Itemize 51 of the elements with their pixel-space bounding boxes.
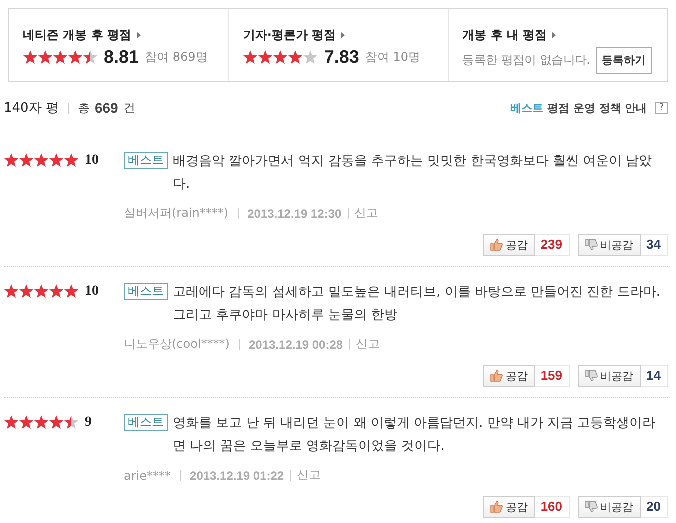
thumbs-down-icon — [584, 501, 598, 513]
review-date: 2013.12.19 00:28 — [248, 338, 344, 352]
participant-count: 참여 869명 — [145, 49, 208, 66]
thumbs-down-icon — [584, 239, 598, 251]
like-button[interactable]: 공감 — [482, 234, 535, 256]
best-badge: 베스트 — [124, 283, 168, 300]
score-title[interactable]: 기자·평론가 평점 — [243, 27, 336, 44]
review-score: 10 — [85, 284, 99, 300]
total-unit: 건 — [123, 100, 136, 116]
caret-icon — [341, 32, 346, 39]
review-score: 10 — [85, 153, 99, 169]
best-badge: 베스트 — [124, 414, 168, 431]
help-icon[interactable]: ? — [655, 102, 668, 114]
score-title[interactable]: 네티즌 개봉 후 평점 — [23, 27, 132, 44]
review-author: arie**** — [124, 468, 172, 482]
thumbs-up-icon — [490, 501, 503, 513]
dislike-count: 20 — [640, 496, 668, 518]
review-text: 배경음악 깔아가면서 억지 감동을 추구하는 밋밋한 한국영화보다 훨씬 여운이 남았다. — [173, 153, 654, 194]
score-title[interactable]: 개봉 후 내 평점 — [462, 27, 548, 44]
average-score: 8.81 — [104, 47, 140, 68]
empty-message: 등록한 평점이 없습니다. — [462, 52, 590, 69]
dislike-button[interactable]: 비공감 — [578, 365, 641, 387]
like-button[interactable]: 공감 — [482, 365, 535, 387]
total-label: 총 — [78, 100, 90, 116]
review-author: 니노우상(cool****) — [124, 336, 230, 353]
caret-icon — [552, 32, 556, 39]
dislike-button[interactable]: 비공감 — [578, 234, 641, 256]
dislike-count: 34 — [640, 234, 668, 256]
review-date: 2013.12.19 01:22 — [190, 468, 284, 482]
register-button[interactable]: 등록하기 — [596, 47, 652, 74]
thumbs-down-icon — [584, 370, 598, 382]
like-count: 159 — [534, 365, 570, 387]
review-author: 실버서퍼(rain****) — [124, 205, 229, 222]
best-badge: 베스트 — [124, 152, 168, 169]
thumbs-up-icon — [490, 239, 503, 251]
review-date: 2013.12.19 12:30 — [248, 206, 342, 220]
average-score: 7.83 — [324, 47, 360, 68]
review-text: 고레에다 감독의 섬세하고 밀도높은 내러티브, 이를 바탕으로 만들어진 진한 드라마. 그리고 후쿠야마 마사히루 눈물의 한방 — [173, 284, 662, 325]
thumbs-up-icon — [490, 370, 503, 382]
caret-icon — [136, 32, 141, 39]
dislike-count: 14 — [640, 365, 668, 387]
participant-count: 참여 10명 — [365, 49, 420, 66]
total-count: 669 — [94, 100, 118, 116]
dislike-button[interactable]: 비공감 — [578, 496, 641, 518]
like-count: 239 — [534, 234, 570, 256]
policy-link[interactable]: 평점 운영 정책 안내 — [548, 100, 648, 116]
like-button[interactable]: 공감 — [482, 496, 535, 518]
review-score: 9 — [85, 415, 92, 431]
list-title: 140자 평 — [4, 100, 59, 117]
like-count: 160 — [534, 496, 570, 518]
review-text: 영화를 보고 난 뒤 내리던 눈이 왜 이렇게 아름답던지. 만약 내가 지금 고등학생이라면 나의 꿈은 오늘부로 영화감독이었을 것이다. — [173, 415, 657, 456]
